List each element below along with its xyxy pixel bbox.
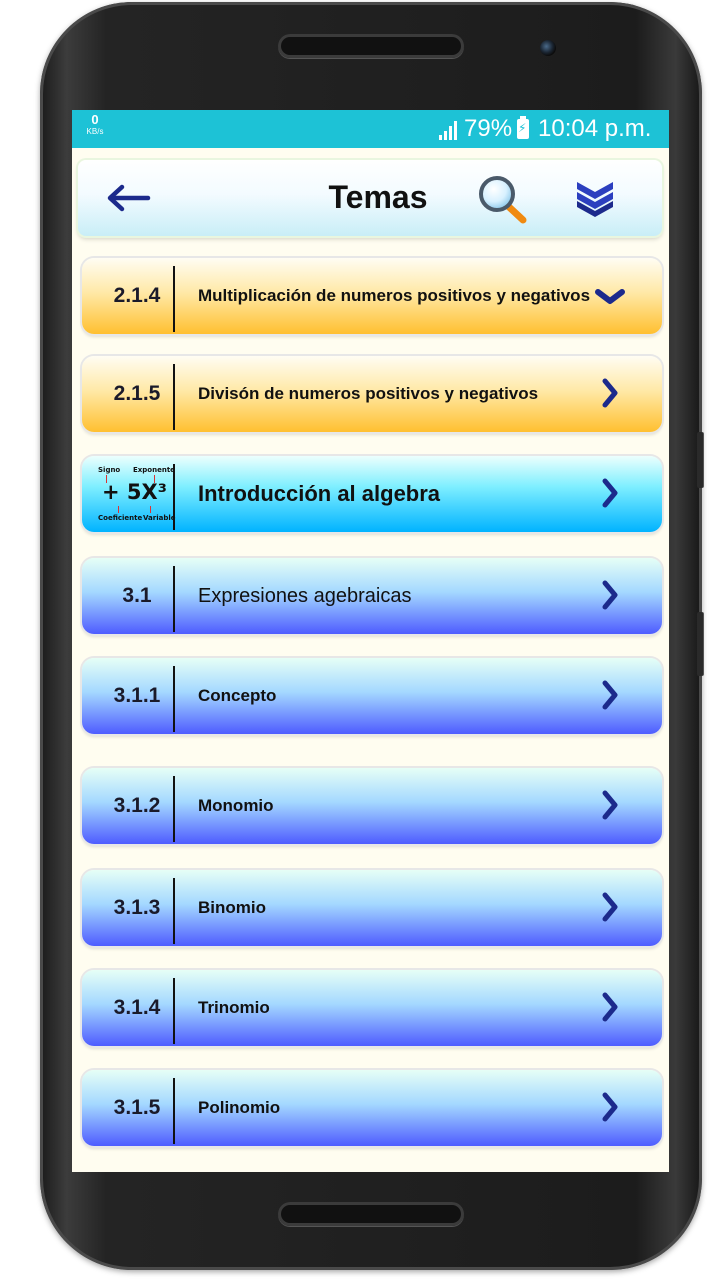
- algebra-illustration: Signo Exponente + 5X³ Coeficiente Variab…: [88, 462, 176, 526]
- topic-number: 2.1.4: [113, 284, 161, 307]
- data-rate-value: 0: [91, 112, 99, 127]
- topic-label: Polinomio: [198, 1098, 281, 1117]
- chevron-right-icon[interactable]: [598, 890, 622, 924]
- divider: [173, 878, 175, 944]
- topic-item-3-1-2[interactable]: 3.1.2 Monomio: [82, 768, 662, 844]
- chevron-down-icon[interactable]: [595, 286, 625, 308]
- topic-item-2-1-5[interactable]: 2.1.5 Divisón de numeros positivos y neg…: [82, 356, 662, 432]
- divider: [173, 566, 175, 632]
- data-rate: 0 KB/s: [82, 112, 108, 137]
- topic-number: 3.1.3: [113, 896, 161, 919]
- exponent-label: Exponente: [133, 466, 175, 474]
- topic-item-3-1-4[interactable]: 3.1.4 Trinomio: [82, 970, 662, 1046]
- topic-number: 3.1.2: [113, 794, 161, 817]
- topic-number: 3.1.5: [113, 1096, 161, 1119]
- topic-label: Multiplicación de numeros positivos y ne…: [198, 286, 591, 305]
- topic-label: Expresiones agebraicas: [198, 585, 412, 607]
- topic-label: Monomio: [198, 796, 274, 815]
- chevron-right-icon[interactable]: [598, 376, 622, 410]
- earpiece-speaker: [278, 34, 464, 58]
- battery-charging-icon: [517, 116, 529, 139]
- front-camera: [540, 40, 556, 56]
- double-chevron-down-icon[interactable]: [573, 178, 617, 218]
- divider: [173, 776, 175, 842]
- topic-label: Divisón de numeros positivos y negativos: [198, 384, 539, 403]
- topic-number: 3.1.1: [113, 684, 161, 707]
- divider: [173, 464, 175, 530]
- power-button: [697, 612, 703, 676]
- divider: [173, 364, 175, 430]
- topic-item-2-1-4[interactable]: 2.1.4 Multiplicación de numeros positivo…: [82, 258, 662, 334]
- chevron-right-icon[interactable]: [598, 578, 622, 612]
- algebra-expression: + 5X³: [102, 480, 167, 504]
- topic-item-3-1-3[interactable]: 3.1.3 Binomio: [82, 870, 662, 946]
- divider: [173, 978, 175, 1044]
- app-screen: 0 KB/s 79% 10:04 p.m. Temas: [72, 110, 669, 1172]
- topic-label: Concepto: [198, 686, 277, 705]
- signal-icon: [439, 120, 459, 140]
- topic-item-3-1-5[interactable]: 3.1.5 Polinomio: [82, 1070, 662, 1146]
- variable-label: Variable: [143, 514, 176, 522]
- chevron-right-icon[interactable]: [598, 476, 622, 510]
- sign-label: Signo: [98, 466, 121, 474]
- clock: 10:04 p.m.: [538, 115, 652, 142]
- page-title: Temas: [328, 179, 428, 215]
- bottom-speaker: [278, 1202, 464, 1226]
- topic-number: 3.1.4: [113, 996, 161, 1019]
- chevron-right-icon[interactable]: [598, 678, 622, 712]
- topic-item-introduccion-algebra[interactable]: Signo Exponente + 5X³ Coeficiente Variab…: [82, 456, 662, 532]
- topic-label: Trinomio: [198, 998, 270, 1017]
- topic-item-3-1-1[interactable]: 3.1.1 Concepto: [82, 658, 662, 734]
- volume-button: [697, 432, 703, 488]
- status-bar: 0 KB/s 79% 10:04 p.m.: [72, 110, 669, 148]
- divider: [173, 266, 175, 332]
- topic-label: Introducción al algebra: [198, 481, 441, 506]
- arrow-left-icon[interactable]: [104, 182, 152, 214]
- divider: [173, 666, 175, 732]
- chevron-right-icon[interactable]: [598, 1090, 622, 1124]
- topic-label: Binomio: [198, 898, 266, 917]
- divider: [173, 1078, 175, 1144]
- battery-percent: 79%: [464, 115, 513, 142]
- topic-item-3-1[interactable]: 3.1 Expresiones agebraicas: [82, 558, 662, 634]
- chevron-right-icon[interactable]: [598, 990, 622, 1024]
- top-toolbar: Temas: [78, 160, 662, 236]
- coefficient-label: Coeficiente: [98, 514, 143, 522]
- search-icon[interactable]: [476, 174, 530, 226]
- chevron-right-icon[interactable]: [598, 788, 622, 822]
- topic-number: 3.1: [122, 584, 152, 607]
- topic-number: 2.1.5: [113, 382, 161, 405]
- data-rate-unit: KB/s: [86, 127, 104, 136]
